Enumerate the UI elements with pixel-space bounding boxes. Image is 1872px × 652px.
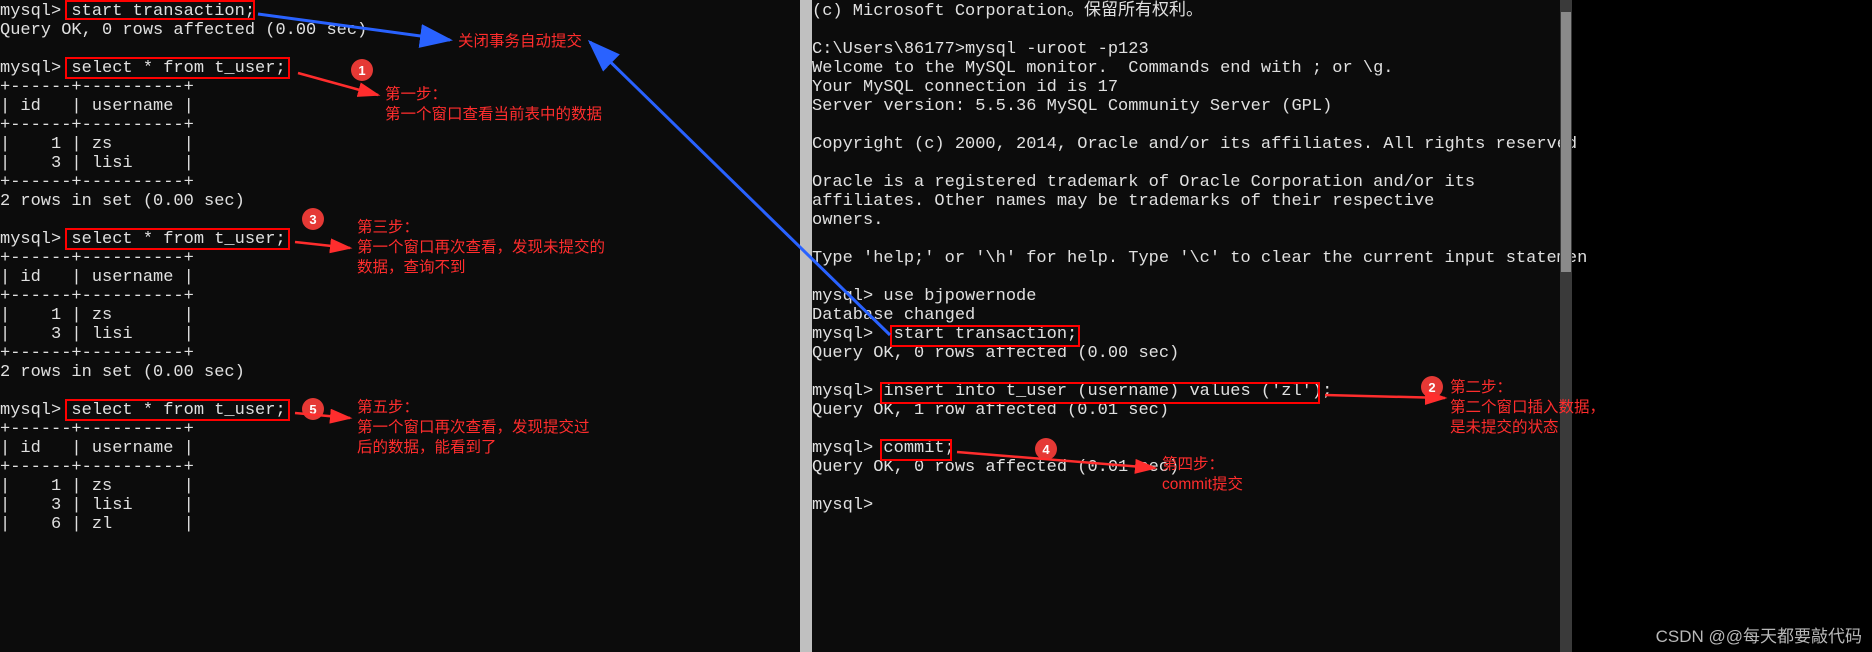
pane-divider[interactable]: [800, 0, 812, 652]
anno-step2-title: 第二步：: [1450, 378, 1512, 398]
anno-step5-body2: 后的数据，能看到了: [357, 438, 497, 458]
badge-5: 5: [302, 398, 324, 420]
anno-step4-body: commit提交: [1162, 475, 1243, 495]
anno-step5-body1: 第一个窗口再次查看，发现提交过: [357, 418, 590, 438]
anno-close-auto: 关闭事务自动提交: [458, 32, 582, 52]
terminal-right-text: (c) Microsoft Corporation。保留所有权利。 C:\Use…: [812, 2, 1587, 515]
anno-step3-title: 第三步：: [357, 218, 419, 238]
badge-2: 2: [1421, 376, 1443, 398]
anno-step2-body2: 是未提交的状态: [1450, 418, 1559, 438]
anno-step4-title: 第四步：: [1162, 455, 1224, 475]
scrollbar-thumb[interactable]: [1561, 12, 1571, 272]
anno-step1-body: 第一个窗口查看当前表中的数据: [385, 105, 602, 125]
anno-step2-body1: 第二个窗口插入数据，: [1450, 398, 1605, 418]
terminal-right[interactable]: (c) Microsoft Corporation。保留所有权利。 C:\Use…: [812, 0, 1572, 652]
badge-4: 4: [1035, 438, 1057, 460]
badge-1: 1: [351, 59, 373, 81]
scrollbar-right[interactable]: [1560, 0, 1572, 652]
anno-step3-body2: 数据，查询不到: [357, 258, 466, 278]
anno-step5-title: 第五步：: [357, 398, 419, 418]
watermark: CSDN @@每天都要敲代码: [1656, 627, 1862, 646]
anno-step1-title: 第一步：: [385, 85, 447, 105]
anno-step3-body1: 第一个窗口再次查看，发现未提交的: [357, 238, 605, 258]
badge-3: 3: [302, 208, 324, 230]
terminal-left-text: mysql> start transaction; Query OK, 0 ro…: [0, 2, 367, 534]
